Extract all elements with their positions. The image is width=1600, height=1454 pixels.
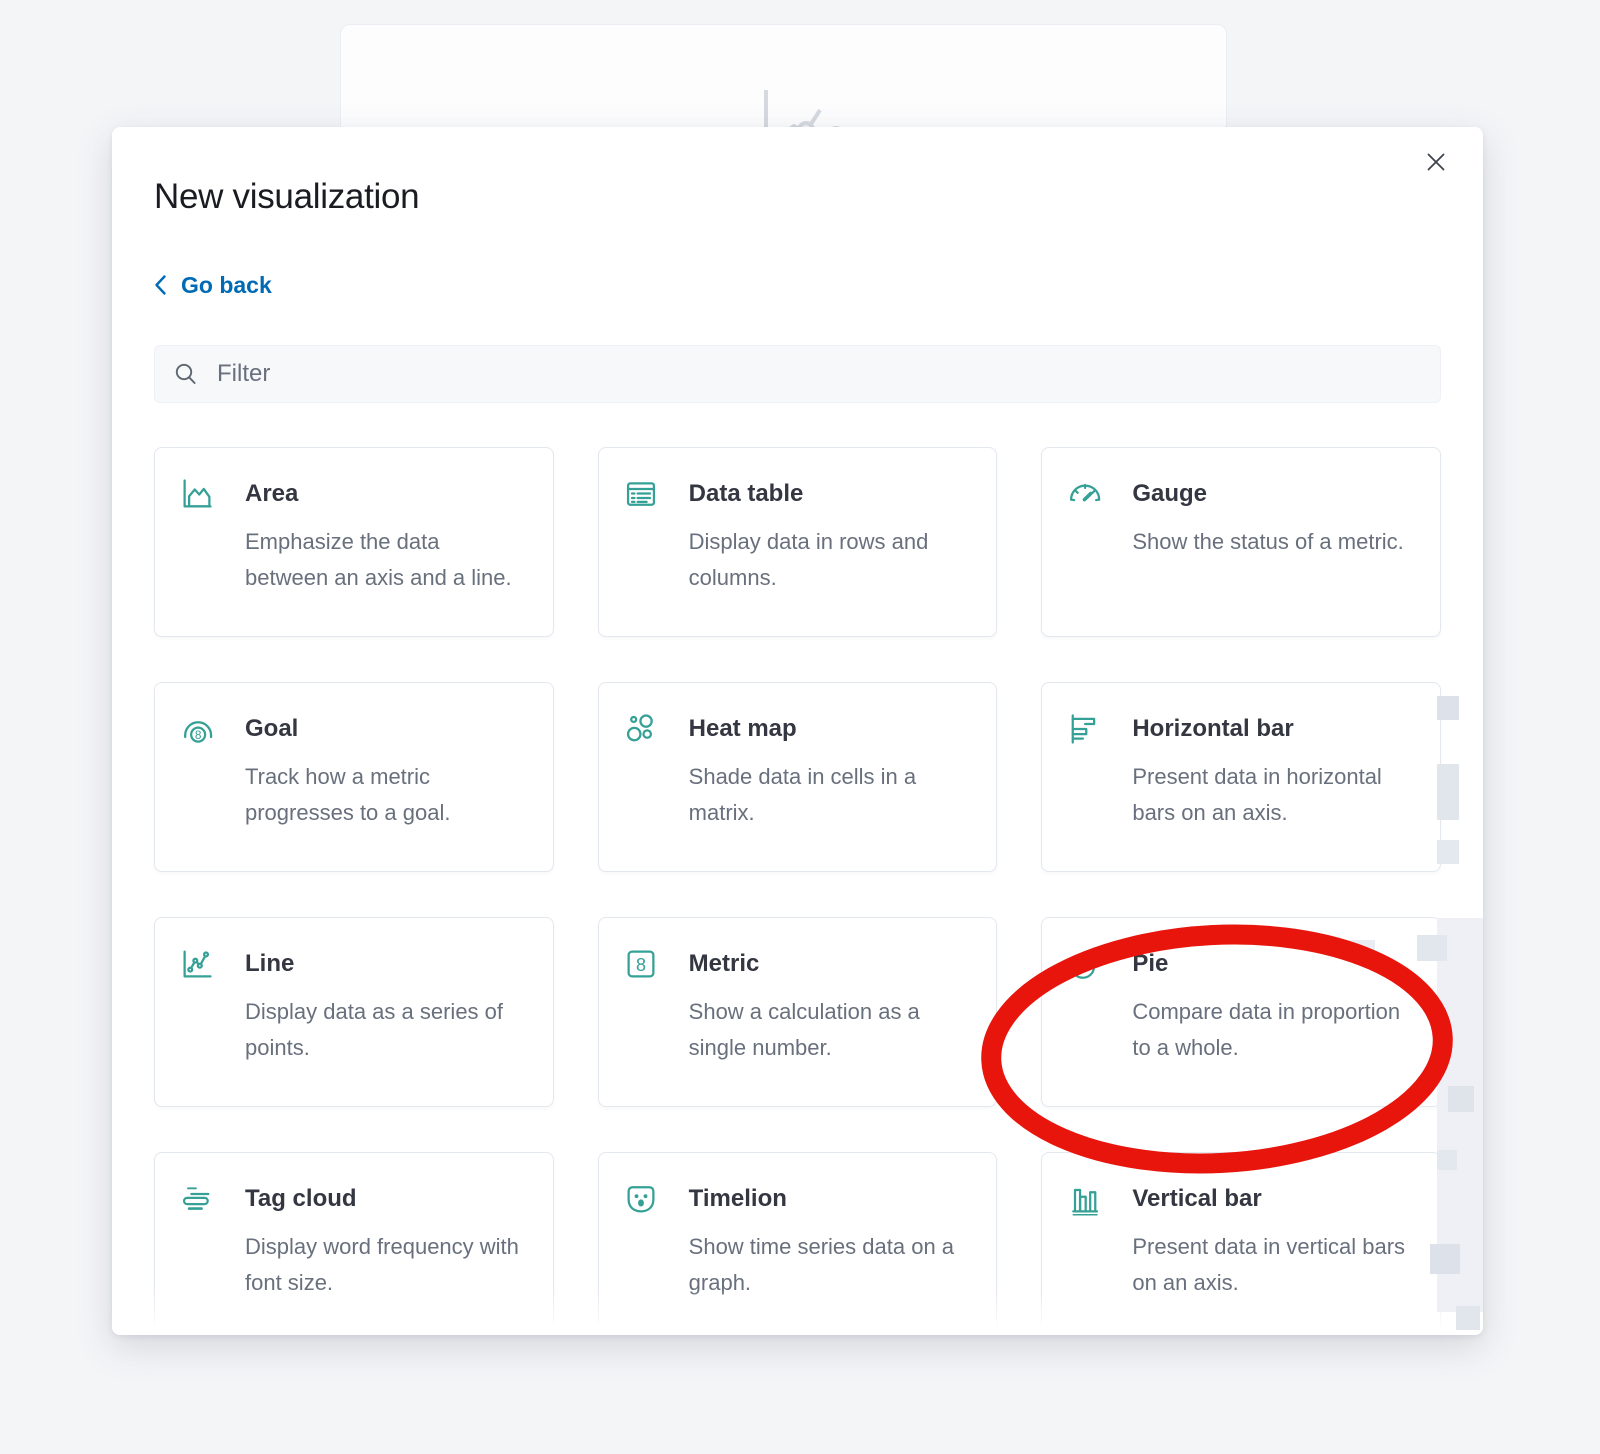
tag-cloud-icon xyxy=(179,1179,215,1219)
vis-type-title: Line xyxy=(245,944,529,984)
timelion-icon xyxy=(623,1179,659,1219)
vis-type-description: Display data in rows and columns. xyxy=(689,524,973,596)
vis-type-title: Timelion xyxy=(689,1179,973,1219)
vis-type-title: Gauge xyxy=(1132,474,1416,514)
vertical-bar-icon xyxy=(1066,1179,1102,1219)
filter-box xyxy=(154,345,1441,403)
vis-type-description: Show the status of a metric. xyxy=(1132,524,1416,560)
vis-type-card-area[interactable]: Area Emphasize the data between an axis … xyxy=(154,447,554,637)
vis-type-description: Display data as a series of points. xyxy=(245,994,529,1066)
vis-type-card-data-table[interactable]: Data table Display data in rows and colu… xyxy=(598,447,998,637)
vis-type-card-line[interactable]: Line Display data as a series of points. xyxy=(154,917,554,1107)
filter-input[interactable] xyxy=(215,359,1422,389)
page-title: New visualization xyxy=(154,173,1441,221)
horizontal-bar-icon xyxy=(1066,709,1102,749)
vis-type-card-vertical-bar[interactable]: Vertical bar Present data in vertical ba… xyxy=(1041,1152,1441,1335)
vis-type-description: Show a calculation as a single number. xyxy=(689,994,973,1066)
vis-type-card-goal[interactable]: 8 Goal Track how a metric progresses to … xyxy=(154,682,554,872)
svg-text:8: 8 xyxy=(636,955,646,975)
vis-type-description: Shade data in cells in a matrix. xyxy=(689,759,973,831)
close-button[interactable] xyxy=(1423,149,1449,175)
new-visualization-modal: New visualization Go back Area Emphasize… xyxy=(112,127,1483,1335)
vis-type-card-tag-cloud[interactable]: Tag cloud Display word frequency with fo… xyxy=(154,1152,554,1335)
vis-type-description: Present data in horizontal bars on an ax… xyxy=(1132,759,1416,831)
vis-type-title: Horizontal bar xyxy=(1132,709,1416,749)
close-icon xyxy=(1424,150,1448,174)
vis-type-description: Display word frequency with font size. xyxy=(245,1229,529,1301)
data-table-icon xyxy=(623,474,659,514)
vis-type-description: Track how a metric progresses to a goal. xyxy=(245,759,529,831)
vis-type-card-gauge[interactable]: Gauge Show the status of a metric. xyxy=(1041,447,1441,637)
vis-type-card-heat-map[interactable]: Heat map Shade data in cells in a matrix… xyxy=(598,682,998,872)
vis-type-title: Pie xyxy=(1132,944,1416,984)
vis-type-title: Metric xyxy=(689,944,973,984)
vis-type-title: Tag cloud xyxy=(245,1179,529,1219)
vis-type-description: Compare data in proportion to a whole. xyxy=(1132,994,1416,1066)
vis-type-grid: Area Emphasize the data between an axis … xyxy=(154,447,1441,1335)
search-icon xyxy=(173,361,199,387)
metric-icon: 8 xyxy=(623,944,659,984)
pie-chart-icon xyxy=(1066,944,1102,984)
go-back-label: Go back xyxy=(181,271,272,299)
vis-type-title: Heat map xyxy=(689,709,973,749)
vis-type-description: Present data in vertical bars on an axis… xyxy=(1132,1229,1416,1301)
chevron-left-icon xyxy=(154,274,167,296)
vis-type-title: Area xyxy=(245,474,529,514)
vis-type-title: Goal xyxy=(245,709,529,749)
vis-type-card-pie[interactable]: Pie Compare data in proportion to a whol… xyxy=(1041,917,1441,1107)
go-back-link[interactable]: Go back xyxy=(154,271,272,299)
vis-type-card-metric[interactable]: 8 Metric Show a calculation as a single … xyxy=(598,917,998,1107)
gauge-icon xyxy=(1066,474,1102,514)
goal-icon: 8 xyxy=(179,709,215,749)
svg-text:8: 8 xyxy=(195,728,202,742)
vis-type-card-timelion[interactable]: Timelion Show time series data on a grap… xyxy=(598,1152,998,1335)
screen: New visualization Go back Area Emphasize… xyxy=(0,0,1600,1454)
line-chart-icon xyxy=(179,944,215,984)
vis-type-card-horizontal-bar[interactable]: Horizontal bar Present data in horizonta… xyxy=(1041,682,1441,872)
vis-type-description: Show time series data on a graph. xyxy=(689,1229,973,1301)
vis-type-title: Data table xyxy=(689,474,973,514)
heat-map-icon xyxy=(623,709,659,749)
vis-type-title: Vertical bar xyxy=(1132,1179,1416,1219)
area-chart-icon xyxy=(179,474,215,514)
vis-type-description: Emphasize the data between an axis and a… xyxy=(245,524,529,596)
